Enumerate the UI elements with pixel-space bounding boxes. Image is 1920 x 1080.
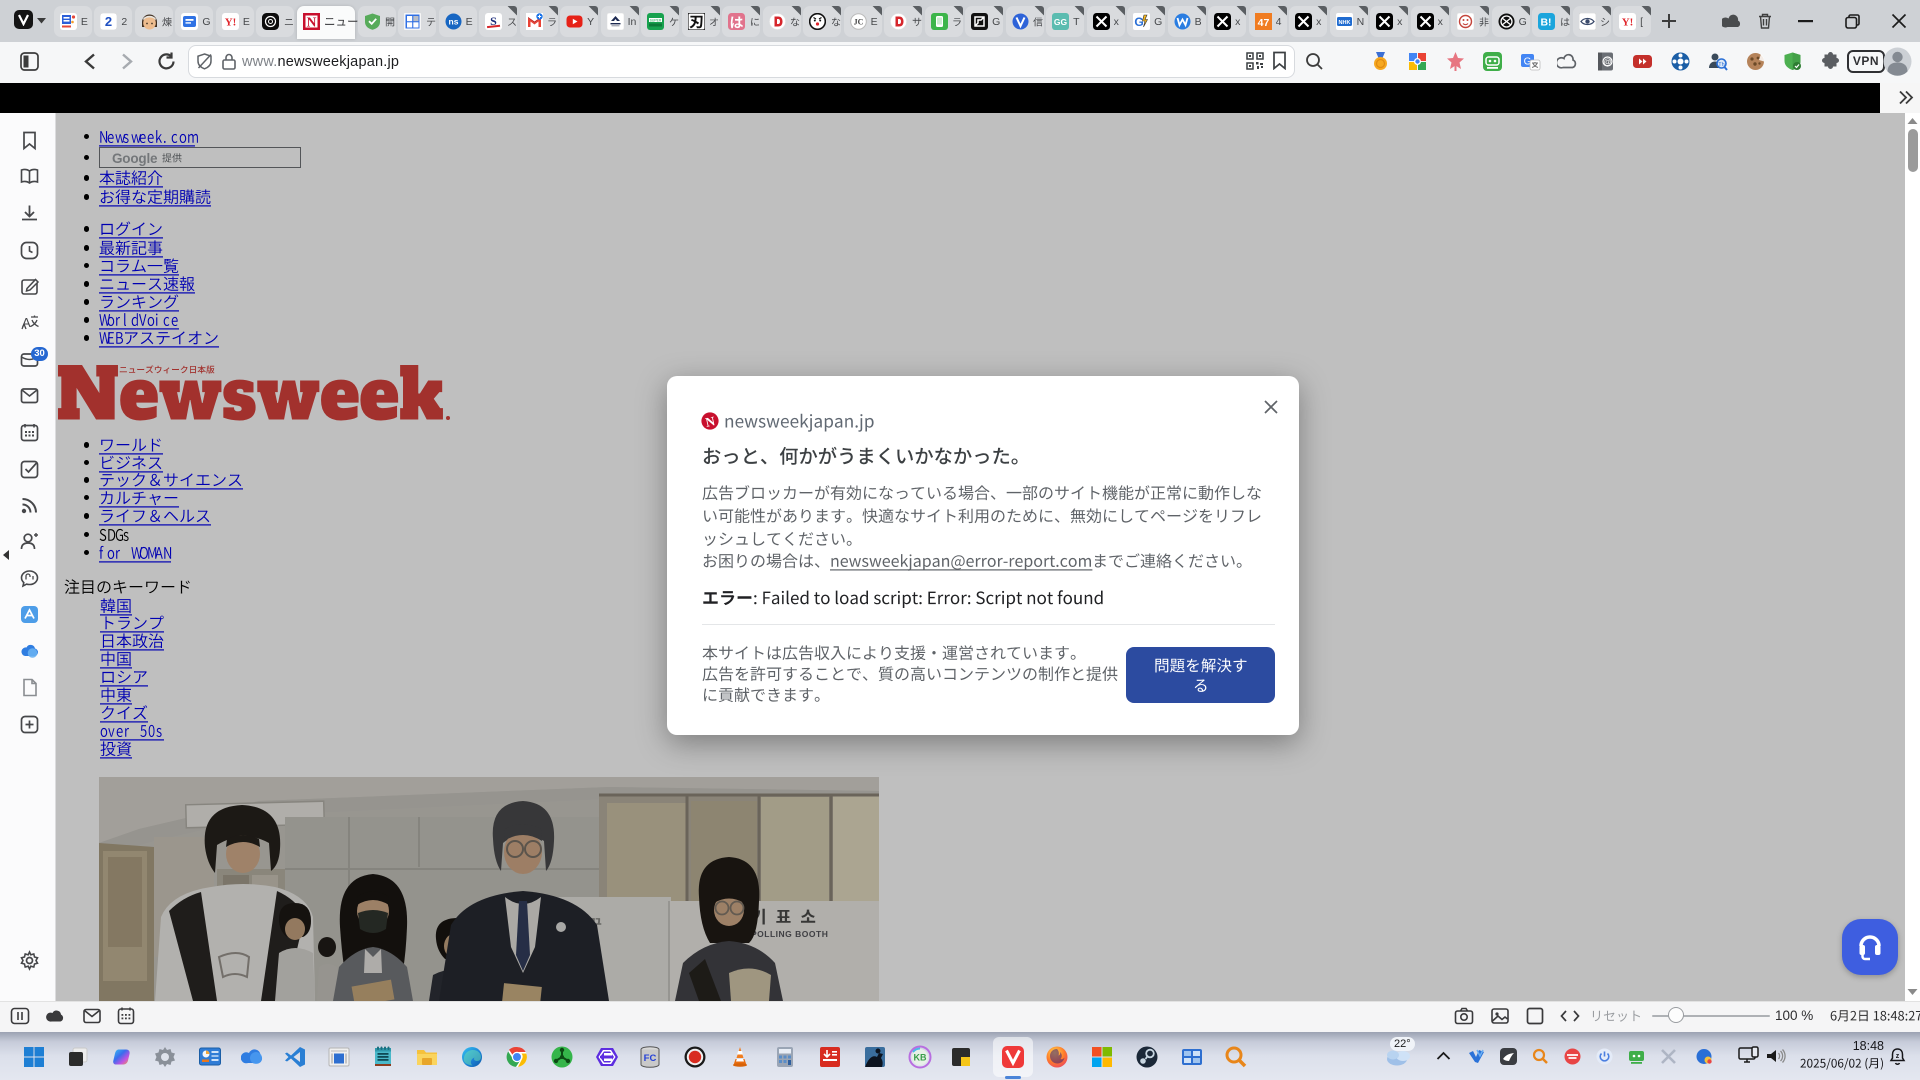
svg-text:Y!: Y!: [1622, 17, 1634, 29]
svg-text:JC: JC: [853, 18, 863, 27]
svg-text:NHK: NHK: [1338, 20, 1350, 26]
svg-text:FC: FC: [644, 1053, 657, 1064]
svg-text:ns: ns: [448, 17, 458, 27]
svg-text:Th: Th: [1718, 62, 1724, 68]
svg-text:47: 47: [1257, 17, 1269, 29]
svg-text:GG: GG: [1054, 17, 1068, 27]
svg-text:SUPER: SUPER: [650, 18, 662, 22]
svg-text:KB: KB: [914, 1053, 927, 1063]
svg-text:z: z: [1896, 1053, 1900, 1060]
svg-text:B!: B!: [1541, 17, 1552, 29]
svg-text:N: N: [307, 14, 317, 29]
svg-text:@: @: [1603, 58, 1611, 67]
svg-text:G: G: [1134, 15, 1143, 29]
svg-text:A: A: [22, 315, 31, 330]
svg-text:Y!: Y!: [225, 17, 237, 29]
svg-text:2: 2: [105, 14, 112, 29]
